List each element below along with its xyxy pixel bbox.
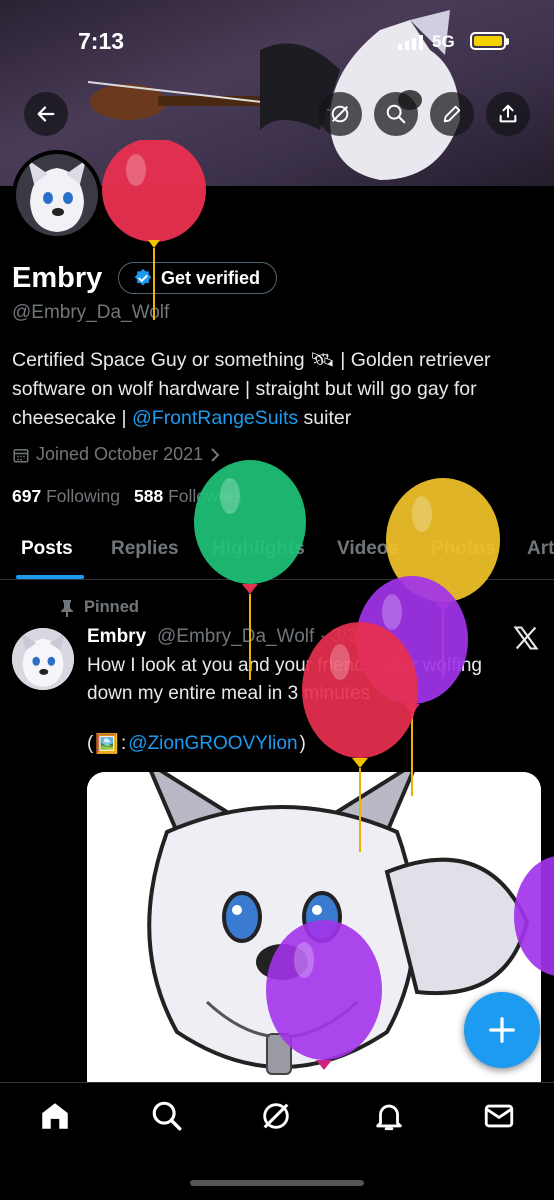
plus-icon (489, 1017, 515, 1043)
pinned-label: Pinned (84, 598, 140, 616)
profile-bio: Certified Space Guy or something 🛰 | Gol… (12, 346, 542, 433)
tweet-author-name[interactable]: Embry (87, 626, 146, 648)
arrow-left-icon (37, 106, 55, 122)
signal-icon (398, 34, 423, 50)
tweet-author-avatar[interactable] (12, 628, 74, 690)
x-logo-icon (513, 626, 539, 650)
following-count: 697 (12, 486, 42, 506)
credit-mention-link[interactable]: @ZionGROOVYlion (128, 733, 297, 755)
home-icon[interactable] (38, 1099, 72, 1133)
grok-icon (331, 105, 349, 123)
profile-avatar[interactable] (12, 150, 102, 240)
get-verified-label: Get verified (161, 267, 261, 288)
tab-replies[interactable]: Replies (111, 538, 179, 560)
verified-badge-icon (134, 268, 152, 286)
tab-videos[interactable]: Videos (337, 538, 399, 560)
profile-name: Embry (12, 262, 103, 294)
tab-photos[interactable]: Photos (431, 538, 495, 560)
tweet-text: How I look at you and your friends after… (87, 655, 482, 704)
grok-icon[interactable] (259, 1099, 293, 1133)
compose-button[interactable] (464, 992, 540, 1068)
followers-label: Followers (168, 486, 243, 506)
tab-highlights[interactable]: Highlights (212, 538, 305, 560)
following-label: Following (46, 486, 121, 506)
active-tab-indicator (16, 575, 84, 579)
credit-close: ) (299, 733, 306, 754)
home-indicator (190, 1180, 364, 1186)
search-button[interactable] (374, 92, 418, 136)
notifications-icon[interactable] (372, 1099, 406, 1133)
bio-text-end: suiter (298, 407, 352, 429)
calendar-icon (13, 448, 29, 462)
wolf-avatar-image (12, 628, 74, 690)
bio-mention-link[interactable]: @FrontRangeSuits (132, 407, 298, 429)
search-icon[interactable] (150, 1099, 184, 1133)
edit-icon (443, 105, 461, 123)
back-button[interactable] (24, 92, 68, 136)
tweet-author-handle[interactable]: @Embry_Da_Wolf · 3/31 (157, 626, 368, 648)
pin-icon (61, 599, 73, 617)
joined-label: Joined October 2021 (36, 444, 204, 464)
tab-art[interactable]: Art (527, 538, 554, 560)
status-time: 7:13 (78, 28, 125, 54)
follow-stats: 697 Following 588 Followers (12, 486, 243, 507)
chevron-right-icon (211, 447, 220, 462)
tweet-credit: ( 🖼️ : @ZionGROOVYlion ) (87, 732, 306, 756)
joined-date[interactable]: Joined October 2021 (12, 444, 221, 465)
get-verified-button[interactable]: Get verified (118, 262, 278, 294)
framed-picture-icon: 🖼️ (95, 734, 119, 755)
followers-link[interactable]: 588 Followers (134, 486, 243, 507)
search-icon (386, 104, 406, 124)
network-label: 5G (432, 32, 455, 51)
followers-count: 588 (134, 486, 164, 506)
credit-open: ( (87, 733, 94, 754)
messages-icon[interactable] (482, 1099, 516, 1133)
share-button[interactable] (486, 92, 530, 136)
edit-button[interactable] (430, 92, 474, 136)
share-icon (499, 104, 517, 123)
profile-tabs: Posts Replies Highlights Videos Photos A… (0, 532, 554, 580)
status-bar: 7:13 5G (0, 0, 554, 80)
tab-posts[interactable]: Posts (21, 538, 73, 560)
pinned-indicator: Pinned (60, 598, 139, 617)
wolf-avatar-image (16, 154, 98, 236)
battery-icon (470, 32, 509, 50)
credit-separator: : (121, 733, 127, 754)
profile-handle: @Embry_Da_Wolf (12, 302, 170, 323)
grok-button[interactable] (318, 92, 362, 136)
following-link[interactable]: 697 Following (12, 486, 120, 507)
